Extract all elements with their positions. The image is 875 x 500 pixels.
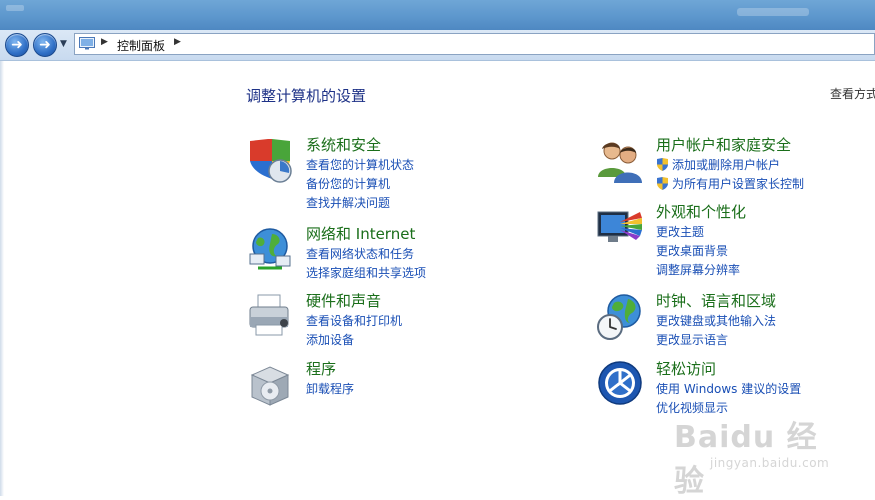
arrow-left-icon: ➜ — [11, 37, 23, 53]
category-title-system-security[interactable]: 系统和安全 — [306, 134, 381, 155]
back-button[interactable]: ➜ — [5, 33, 29, 57]
navigation-bar: ➜ ➜ ▼ ▶ 控制面板 ▶ — [0, 30, 875, 61]
window-left-border — [0, 61, 4, 496]
address-bar[interactable]: ▶ 控制面板 ▶ — [74, 33, 875, 55]
category-title-clock-region[interactable]: 时钟、语言和区域 — [656, 290, 776, 311]
category-title-network[interactable]: 网络和 Internet — [306, 223, 415, 244]
control-panel-icon — [79, 37, 95, 50]
link-recommended-settings[interactable]: 使用 Windows 建议的设置 — [656, 380, 801, 399]
printer-icon[interactable] — [246, 293, 294, 341]
arrow-right-icon: ➜ — [39, 37, 51, 53]
uac-shield-icon — [657, 177, 668, 190]
link-add-device[interactable]: 添加设备 — [306, 331, 402, 350]
recent-pages-dropdown[interactable]: ▼ — [60, 39, 67, 49]
breadcrumb-control-panel[interactable]: 控制面板 — [117, 37, 165, 54]
link-view-computer-status[interactable]: 查看您的计算机状态 — [306, 156, 414, 175]
view-by-menu[interactable]: 查看方式 — [830, 85, 875, 102]
category-title-appearance[interactable]: 外观和个性化 — [656, 201, 746, 222]
network-globe-icon[interactable] — [246, 226, 294, 274]
link-backup-computer[interactable]: 备份您的计算机 — [306, 175, 414, 194]
breadcrumb-expand-icon[interactable]: ▶ — [174, 37, 181, 47]
category-title-ease-of-access[interactable]: 轻松访问 — [656, 358, 716, 379]
users-icon[interactable] — [596, 137, 644, 185]
personalization-monitor-icon[interactable] — [596, 204, 644, 252]
uac-shield-icon — [657, 158, 668, 171]
link-add-remove-accounts-label[interactable]: 添加或删除用户帐户 — [672, 158, 780, 172]
category-title-user-accounts[interactable]: 用户帐户和家庭安全 — [656, 134, 791, 155]
link-change-keyboards[interactable]: 更改键盘或其他输入法 — [656, 312, 776, 331]
link-troubleshoot[interactable]: 查找并解决问题 — [306, 194, 414, 213]
link-homegroup-sharing[interactable]: 选择家庭组和共享选项 — [306, 264, 426, 283]
ease-of-access-icon[interactable] — [596, 361, 644, 409]
link-devices-printers[interactable]: 查看设备和打印机 — [306, 312, 402, 331]
security-shield-icon[interactable] — [246, 137, 294, 185]
breadcrumb-separator-icon[interactable]: ▶ — [101, 37, 108, 47]
link-change-theme[interactable]: 更改主题 — [656, 223, 740, 242]
link-adjust-resolution[interactable]: 调整屏幕分辨率 — [656, 261, 740, 280]
link-change-desktop-background[interactable]: 更改桌面背景 — [656, 242, 740, 261]
category-title-programs[interactable]: 程序 — [306, 358, 336, 379]
watermark-url: jingyan.baidu.com — [710, 456, 830, 470]
title-bar-search-hint — [737, 8, 809, 16]
link-view-network-status[interactable]: 查看网络状态和任务 — [306, 245, 426, 264]
programs-box-icon[interactable] — [246, 361, 294, 409]
link-parental-controls-label[interactable]: 为所有用户设置家长控制 — [672, 177, 804, 191]
link-change-display-language[interactable]: 更改显示语言 — [656, 331, 776, 350]
category-title-hardware-sound[interactable]: 硬件和声音 — [306, 290, 381, 311]
page-title: 调整计算机的设置 — [246, 87, 367, 105]
link-parental-controls[interactable]: 为所有用户设置家长控制 — [656, 175, 804, 194]
window-title-bar — [0, 0, 875, 30]
link-uninstall-program[interactable]: 卸载程序 — [306, 380, 354, 399]
link-add-remove-accounts[interactable]: 添加或删除用户帐户 — [656, 156, 804, 175]
chevron-down-icon: ▼ — [60, 39, 67, 49]
clock-globe-icon[interactable] — [596, 293, 644, 341]
forward-button[interactable]: ➜ — [33, 33, 57, 57]
baidu-jingyan-watermark: Baidu 经验 jingyan.baidu.com — [668, 412, 830, 499]
title-bar-glyph — [6, 5, 24, 11]
